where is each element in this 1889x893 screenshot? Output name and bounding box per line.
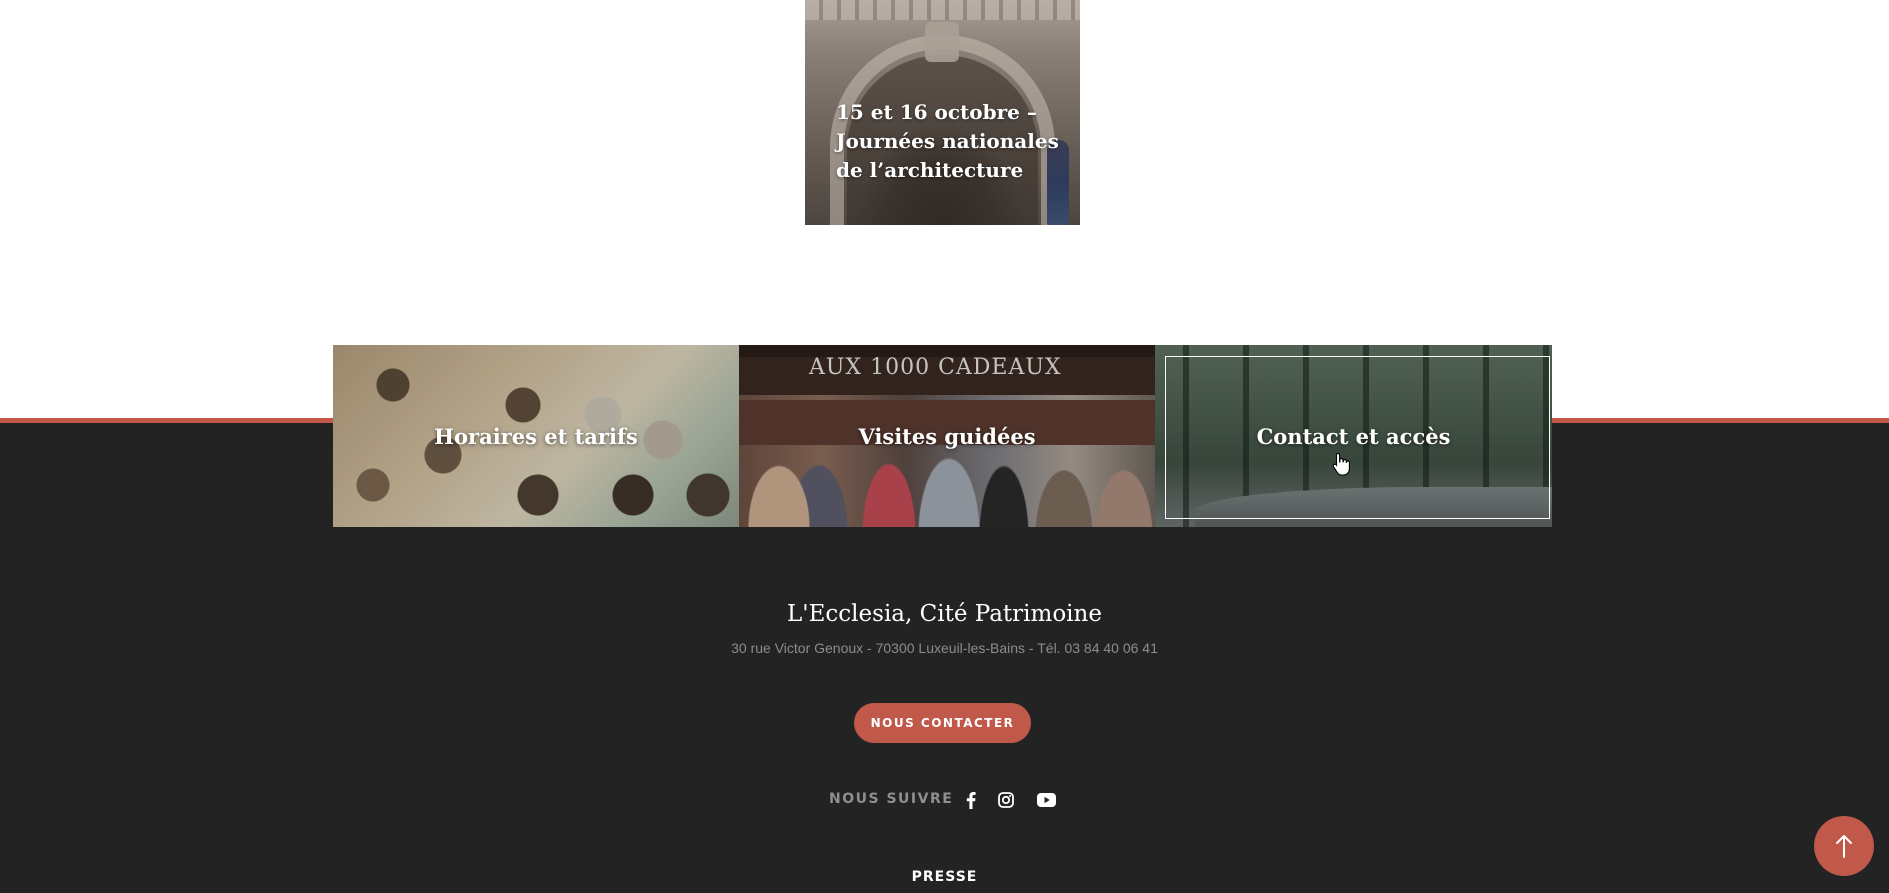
- follow-label: NOUS SUIVRE: [829, 791, 954, 807]
- event-card[interactable]: 15 et 16 octobre – Journées nationales d…: [805, 0, 1080, 225]
- tile-label: Visites guidées: [858, 423, 1036, 449]
- youtube-icon[interactable]: [1036, 790, 1056, 810]
- instagram-icon[interactable]: [996, 790, 1016, 810]
- tile-visites-guidees[interactable]: AUX 1000 CADEAUX Visites guidées: [739, 345, 1155, 527]
- event-image-keystone: [925, 22, 959, 62]
- event-title[interactable]: 15 et 16 octobre – Journées nationales d…: [836, 98, 1061, 185]
- back-to-top-button[interactable]: [1814, 816, 1874, 876]
- hand-cursor-icon: [1332, 452, 1350, 481]
- contact-button[interactable]: NOUS CONTACTER: [854, 703, 1031, 743]
- tile-contact-acces[interactable]: Contact et accès: [1155, 345, 1552, 527]
- tile-label: Horaires et tarifs: [434, 423, 638, 449]
- arrow-up-icon: [1836, 835, 1852, 858]
- tile-label: Contact et accès: [1256, 423, 1451, 449]
- site-name: L'Ecclesia, Cité Patrimoine: [787, 601, 1102, 627]
- event-image-cornice: [805, 0, 1080, 20]
- press-link[interactable]: PRESSE: [0, 869, 1889, 885]
- footer-address: 30 rue Victor Genoux - 70300 Luxeuil-les…: [731, 640, 1158, 656]
- facebook-icon[interactable]: [961, 790, 981, 810]
- tile-horaires-tarifs[interactable]: Horaires et tarifs: [333, 345, 739, 527]
- quick-links: Horaires et tarifs AUX 1000 CADEAUX Visi…: [333, 345, 1552, 527]
